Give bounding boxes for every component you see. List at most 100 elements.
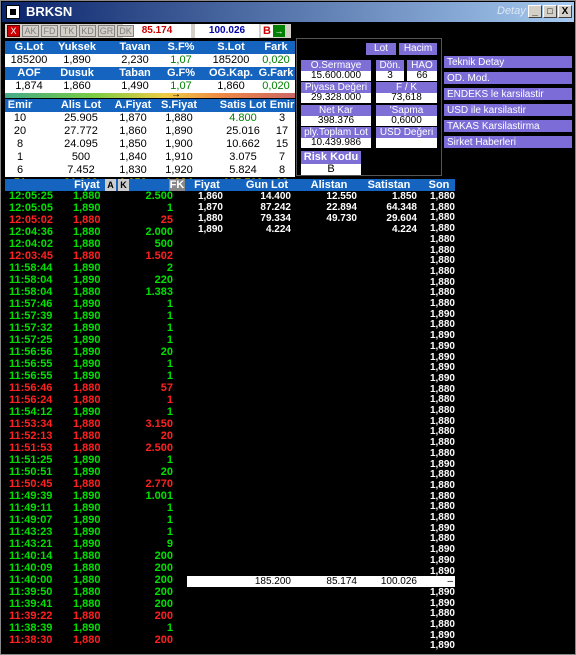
trade-row[interactable]: 11:54:12 1,890 1 [1,407,187,418]
trade-row[interactable]: 11:38:30 1,880 200 [1,635,187,646]
depth-cell: 3 [278,112,286,124]
trade-row[interactable]: 11:56:55 1,890 1 [1,371,187,382]
ak-button[interactable]: AK [22,25,39,37]
trade-row[interactable]: 11:39:22 1,880 200 [1,611,187,622]
fd-button[interactable]: FD [41,25,58,37]
dk-button[interactable]: DK [117,25,134,37]
trade-volume: 2.500 [145,191,173,202]
title-bar[interactable]: BRKSN Detay _ □ X [2,2,574,22]
vol-alistan-label: Alistan [310,179,348,191]
hacim-button[interactable]: Hacim [399,43,437,55]
kd-button[interactable]: KD [79,25,96,37]
close-icon[interactable]: X [7,25,20,37]
close-button[interactable]: X [558,5,572,18]
k-button[interactable]: K [118,179,129,191]
trade-time: 11:56:24 [9,394,53,406]
trade-price: 1,890 [73,202,101,214]
son-value: 1,880 [429,212,455,223]
volume-cell: 1.850 [391,191,417,202]
volume-cell: 4.224 [391,224,417,235]
trade-row[interactable]: 11:56:46 1,880 57 [1,383,187,394]
menu-teknik-detay[interactable]: Teknik Detay [444,56,572,69]
trade-row[interactable]: 11:50:45 1,880 2.770 [1,479,187,490]
detail-label[interactable]: Detay [497,5,526,17]
trade-time: 11:57:25 [9,334,53,346]
son-value: 1,880 [429,512,455,523]
trade-row[interactable]: 11:49:11 1,890 1 [1,503,187,514]
trade-row[interactable]: 11:38:39 1,890 1 [1,623,187,634]
trade-volume: 20 [160,466,173,478]
trade-row[interactable]: 11:39:41 1,880 200 [1,599,187,610]
maximize-button[interactable]: □ [543,5,557,18]
trade-row[interactable]: 11:58:04 1,880 1.383 [1,287,187,298]
trade-time: 12:05:02 [9,214,54,226]
son-value: 1,880 [429,191,455,202]
volume-header: Fiyat Gun Lot Alistan Satistan Son [187,179,455,191]
trade-row[interactable]: 11:40:00 1,880 200 [1,575,187,586]
trade-row[interactable]: 11:58:04 1,890 220 [1,275,187,286]
minimize-button[interactable]: _ [528,5,542,18]
arrow-right-icon[interactable]: → [273,25,285,37]
trade-row[interactable]: 11:53:34 1,880 3.150 [1,419,187,430]
trade-price: 1,890 [73,322,101,334]
trade-row[interactable]: 11:57:32 1,890 1 [1,323,187,334]
trade-time: 11:58:04 [9,274,53,286]
trade-row[interactable]: 11:40:09 1,880 200 [1,563,187,574]
window-title: BRKSN [26,4,73,19]
depth-cell: 3.075 [229,151,257,163]
menu-od-mod[interactable]: OD. Mod. [444,72,572,85]
son-value: 1,880 [429,405,455,416]
trade-time: 11:53:34 [9,418,53,430]
trade-row[interactable]: 11:51:25 1,890 1 [1,455,187,466]
menu-endeks[interactable]: ENDEKS le karsilastir [444,88,572,101]
tk-button[interactable]: TK [60,25,77,37]
volume-row: 1,880 79.334 49.730 29.604 [187,213,455,224]
trade-row[interactable]: 11:40:14 1,880 200 [1,551,187,562]
menu-sirket-haberleri[interactable]: Sirket Haberleri [444,136,572,149]
trade-row[interactable]: 12:05:05 1,890 1 [1,203,187,214]
fk-button[interactable]: FK [169,179,185,191]
vol-gunlot-label: Gun Lot [245,179,289,191]
trade-row[interactable]: 11:57:46 1,890 1 [1,299,187,310]
trade-row[interactable]: 11:50:51 1,890 20 [1,467,187,478]
trade-row[interactable]: 11:51:53 1,880 2.500 [1,443,187,454]
trade-row[interactable]: 11:56:56 1,890 20 [1,347,187,358]
trade-row[interactable]: 12:03:45 1,880 1.502 [1,251,187,262]
depth-cell: 10 [13,112,27,124]
trade-volume: 20 [160,430,173,442]
trade-row[interactable]: 11:43:23 1,890 1 [1,527,187,538]
trade-row[interactable]: 11:56:55 1,890 1 [1,359,187,370]
trade-row[interactable]: 11:39:50 1,880 200 [1,587,187,598]
b-button[interactable]: B [261,25,273,37]
trade-row[interactable]: 11:49:39 1,890 1.001 [1,491,187,502]
son-value: 1,890 [429,640,455,651]
trade-row[interactable]: 11:58:44 1,890 2 [1,263,187,274]
trade-volume: 3.150 [145,418,173,430]
trade-volume: 1.001 [145,490,173,502]
trade-row[interactable]: 12:05:25 1,880 2.500 [1,191,187,202]
vol-total-satistan: 100.026 [380,576,417,587]
depth-cell: 5.824 [229,164,257,176]
gr-button[interactable]: GR [98,25,115,37]
menu-takas[interactable]: TAKAS Karsilastirma [444,120,572,133]
trade-row[interactable]: 11:57:39 1,890 1 [1,311,187,322]
trade-price: 1,880 [73,442,101,454]
trade-time: 11:40:14 [9,550,53,562]
trade-row[interactable]: 11:57:25 1,890 1 [1,335,187,346]
trade-row[interactable]: 11:56:24 1,880 1 [1,395,187,406]
trade-price: 1,880 [73,226,101,238]
menu-usd[interactable]: USD ile karsilastir [444,104,572,117]
trade-time: 11:39:50 [9,586,53,598]
trade-row[interactable]: 12:05:02 1,880 25 [1,215,187,226]
trade-time: 11:50:45 [9,478,53,490]
trade-row[interactable]: 12:04:02 1,880 500 [1,239,187,250]
a-button[interactable]: A [105,179,116,191]
son-value: 1,890 [429,362,455,373]
depth-row: 8 24.095 1,850 1,900 10.662 15 [5,138,295,151]
lot-button[interactable]: Lot [366,43,396,55]
trade-row[interactable]: 11:49:07 1,890 1 [1,515,187,526]
trade-row[interactable]: 11:52:13 1,880 20 [1,431,187,442]
trade-row[interactable]: 12:04:36 1,880 2.000 [1,227,187,238]
trades-list[interactable]: 12:05:25 1,880 2.500 12:05:05 1,890 1 12:05:02… [1,191,187,654]
trade-row[interactable]: 11:43:21 1,890 9 [1,539,187,550]
